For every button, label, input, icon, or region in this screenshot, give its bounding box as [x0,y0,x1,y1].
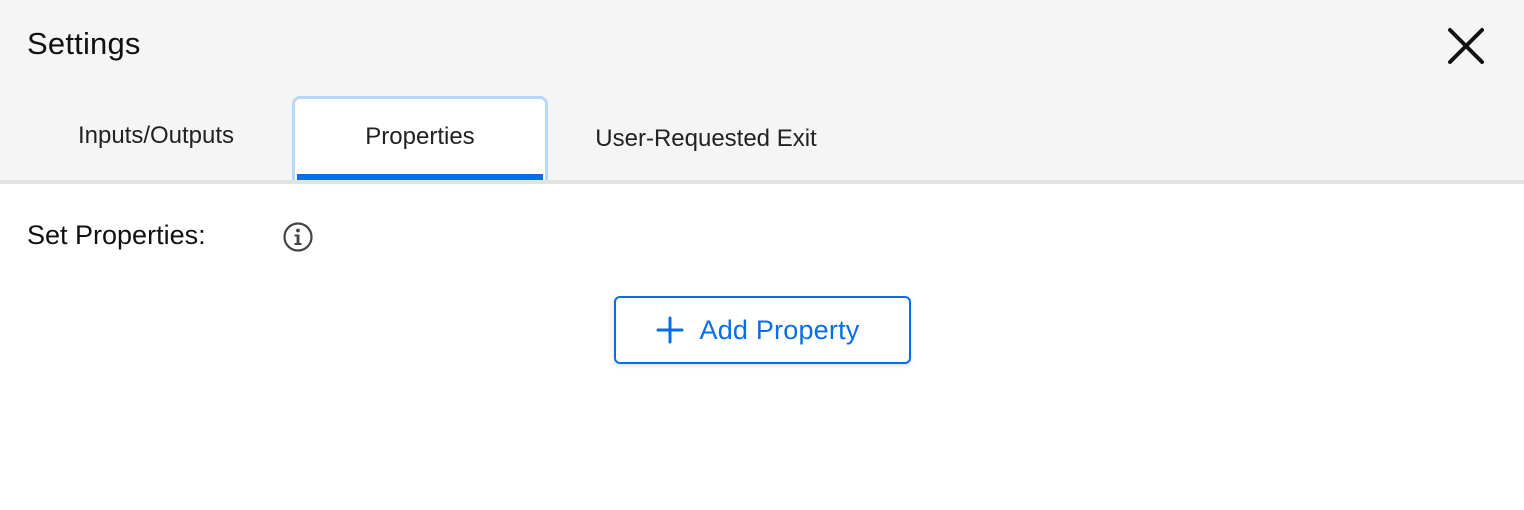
settings-dialog: Settings Inputs/Outputs Properties User-… [0,0,1524,510]
tab-properties[interactable]: Properties [292,96,548,180]
tab-label: Properties [365,122,475,150]
add-property-label: Add Property [699,314,860,345]
tab-label: Inputs/Outputs [77,122,235,149]
close-icon [1448,28,1484,64]
set-properties-label: Set Properties: [27,220,206,250]
tab-label: User-Requested Exit [595,125,817,152]
add-property-button[interactable]: Add Property [614,296,911,364]
dialog-title: Settings [27,26,141,61]
header-divider [0,180,1524,184]
tab-user-requested-exit[interactable]: User-Requested Exit [570,96,842,180]
info-icon[interactable] [282,221,314,253]
close-button[interactable] [1444,24,1488,68]
info-icon-graphic [283,222,313,252]
tab-inputs-outputs[interactable]: Inputs/Outputs [40,96,272,180]
plus-icon [656,316,683,344]
dialog-header: Settings Inputs/Outputs Properties User-… [0,0,1524,181]
